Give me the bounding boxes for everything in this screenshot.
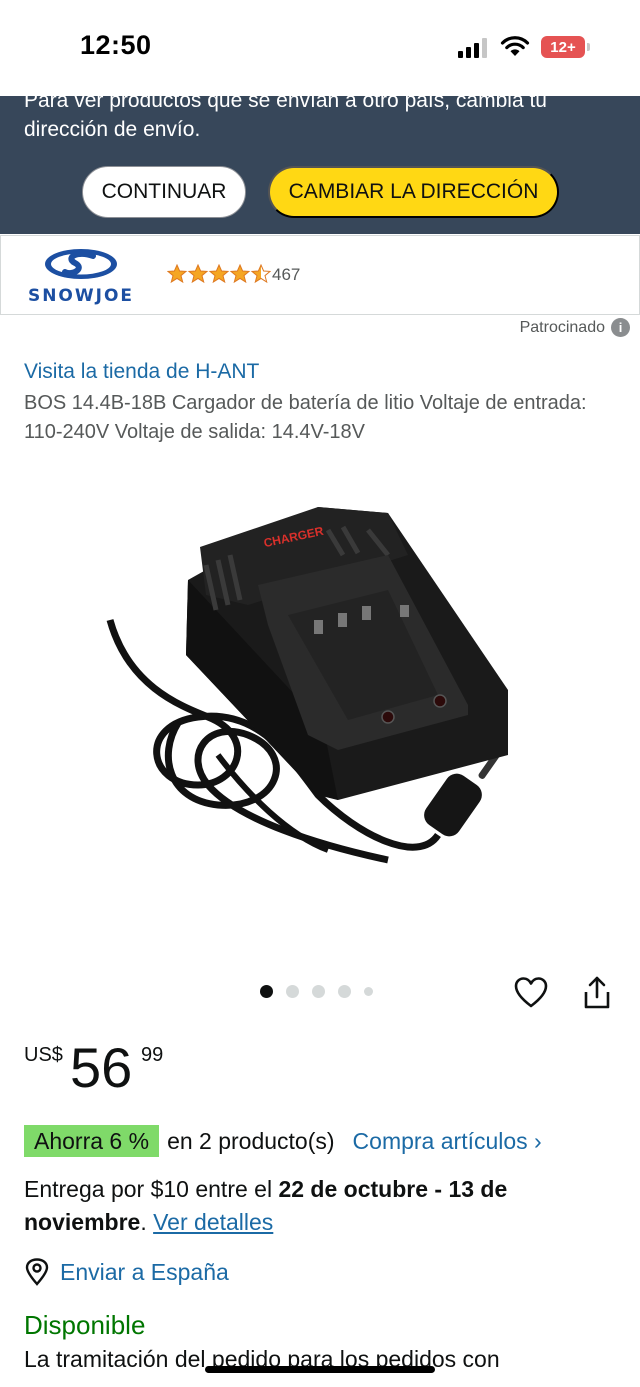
carousel-dot[interactable] (260, 985, 273, 998)
heart-icon[interactable] (513, 975, 549, 1011)
delivery-suffix: . (140, 1209, 154, 1235)
carousel-dot[interactable] (286, 985, 299, 998)
savings-badge: Ahorra 6 % (24, 1125, 160, 1157)
shop-items-link[interactable]: Compra artículos › (353, 1128, 542, 1155)
sponsored-label[interactable]: Patrocinado i (520, 318, 630, 337)
product-title: BOS 14.4B-18B Cargador de batería de lit… (24, 392, 587, 443)
store-link[interactable]: Visita la tienda de H-ANT (24, 360, 259, 384)
ship-to-text: Enviar a España (60, 1258, 229, 1285)
share-icon[interactable] (582, 975, 612, 1011)
availability-status: Disponible (24, 1310, 146, 1340)
image-carousel-dots[interactable] (260, 985, 373, 998)
battery-indicator: 12+ (541, 36, 585, 58)
product-image-charger[interactable]: CHARGER (88, 455, 554, 920)
price-fraction: 99 (141, 1044, 164, 1066)
snowjoe-logo: SNOWJOE (15, 248, 147, 306)
status-bar: 12:50 12+ (0, 0, 640, 96)
snowjoe-logo-mark (45, 249, 117, 279)
rating-count: 467 (272, 265, 301, 284)
star-rating-icon (167, 264, 271, 283)
charger-illustration: CHARGER (106, 507, 508, 864)
delivery-prefix: Entrega por $10 entre el (24, 1176, 279, 1202)
sponsored-brand-ad[interactable]: SNOWJOE 467 (0, 235, 640, 315)
brand-name: SNOWJOE (27, 286, 135, 306)
delivery-info: Entrega por $10 entre el 22 de octubre -… (24, 1173, 624, 1239)
info-icon[interactable]: i (611, 318, 630, 337)
shipping-message: Para ver productos que se envían a otro … (24, 89, 547, 141)
ship-to-location[interactable]: Enviar a España (24, 1258, 229, 1286)
cellular-signal-icon (458, 38, 490, 58)
wifi-icon (500, 36, 530, 56)
location-pin-icon (25, 1258, 49, 1286)
shipping-address-banner: Para ver productos que se envían a otro … (0, 89, 640, 234)
carousel-dot[interactable] (312, 985, 325, 998)
delivery-details-link[interactable]: Ver detalles (153, 1209, 273, 1235)
change-address-button[interactable]: CAMBIAR LA DIRECCIÓN (268, 166, 559, 218)
carousel-dot[interactable] (364, 987, 373, 996)
continue-button[interactable]: CONTINUAR (82, 166, 246, 218)
star-rating (167, 264, 271, 286)
savings-row: Ahorra 6 % en 2 producto(s) Compra artíc… (24, 1124, 542, 1158)
price-whole: 56 (70, 1036, 133, 1099)
status-time: 12:50 (80, 30, 152, 60)
sponsored-text: Patrocinado (519, 318, 605, 336)
battery-cap (587, 43, 590, 51)
price-currency: US$ (24, 1044, 63, 1066)
home-indicator[interactable] (205, 1366, 435, 1373)
carousel-dot[interactable] (338, 985, 351, 998)
savings-text: en 2 producto(s) (167, 1127, 335, 1154)
